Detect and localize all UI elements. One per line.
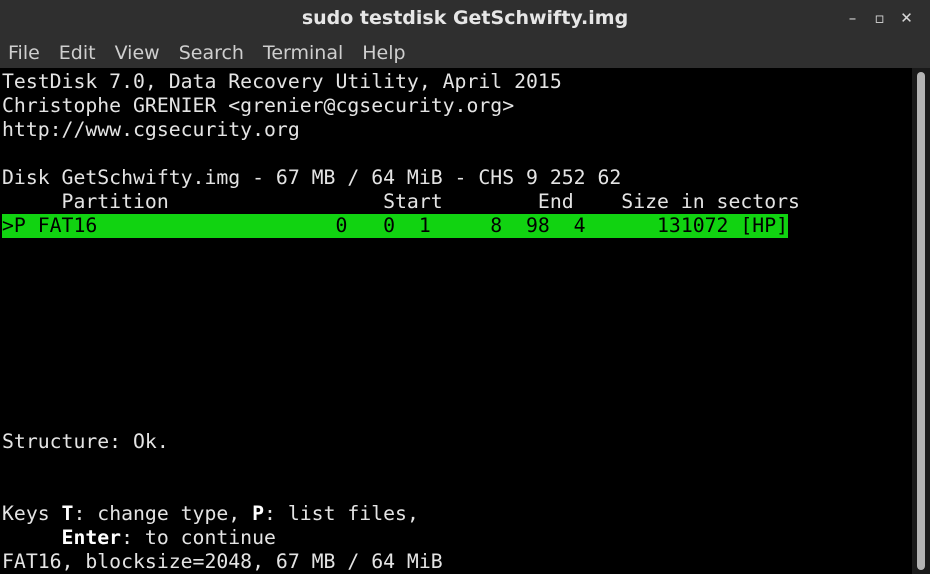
menu-file[interactable]: File [8,42,40,64]
partition-row-selected[interactable]: >P FAT16 0 0 1 8 98 4 131072 [HP] [2,214,789,238]
menu-help[interactable]: Help [362,42,405,64]
author-line: Christophe GRENIER <grenier@cgsecurity.o… [2,94,515,117]
minimize-icon[interactable]: – [839,7,866,29]
enter-suffix: : to continue [121,526,276,549]
keys-mid: : change type, [73,502,253,525]
partition-table-header: Partition Start End Size in sectors [2,190,800,213]
keys-prefix: Keys [2,502,62,525]
enter-help-line: Enter: to continue [2,526,276,550]
keys-help-line: Keys T: change type, P: list files, [2,502,419,526]
key-enter: Enter [61,526,122,549]
filesystem-info: FAT16, blocksize=2048, 67 MB / 64 MiB [2,550,443,573]
app-banner: TestDisk 7.0, Data Recovery Utility, Apr… [2,70,562,93]
key-t: T [61,502,74,525]
menu-bar: File Edit View Search Terminal Help [0,37,930,68]
window-controls: – ▫ ✕ [839,7,920,29]
window-title: sudo testdisk GetSchwifty.img [301,7,629,29]
menu-terminal[interactable]: Terminal [263,42,343,64]
menu-edit[interactable]: Edit [59,42,96,64]
disk-info-line: Disk GetSchwifty.img - 67 MB / 64 MiB - … [2,166,622,189]
window-titlebar[interactable]: sudo testdisk GetSchwifty.img – ▫ ✕ [0,0,930,37]
website-line: http://www.cgsecurity.org [2,118,300,141]
maximize-icon[interactable]: ▫ [866,7,893,29]
terminal-area[interactable]: TestDisk 7.0, Data Recovery Utility, Apr… [0,68,912,574]
menu-search[interactable]: Search [179,42,244,64]
keys-suffix: : list files, [264,502,419,525]
enter-indent [2,526,62,549]
close-icon[interactable]: ✕ [893,7,920,29]
key-p: P [252,502,265,525]
menu-view[interactable]: View [115,42,160,64]
scrollbar-thumb[interactable] [917,72,925,570]
structure-status: Structure: Ok. [2,430,169,453]
terminal-scrollbar[interactable] [912,68,930,574]
